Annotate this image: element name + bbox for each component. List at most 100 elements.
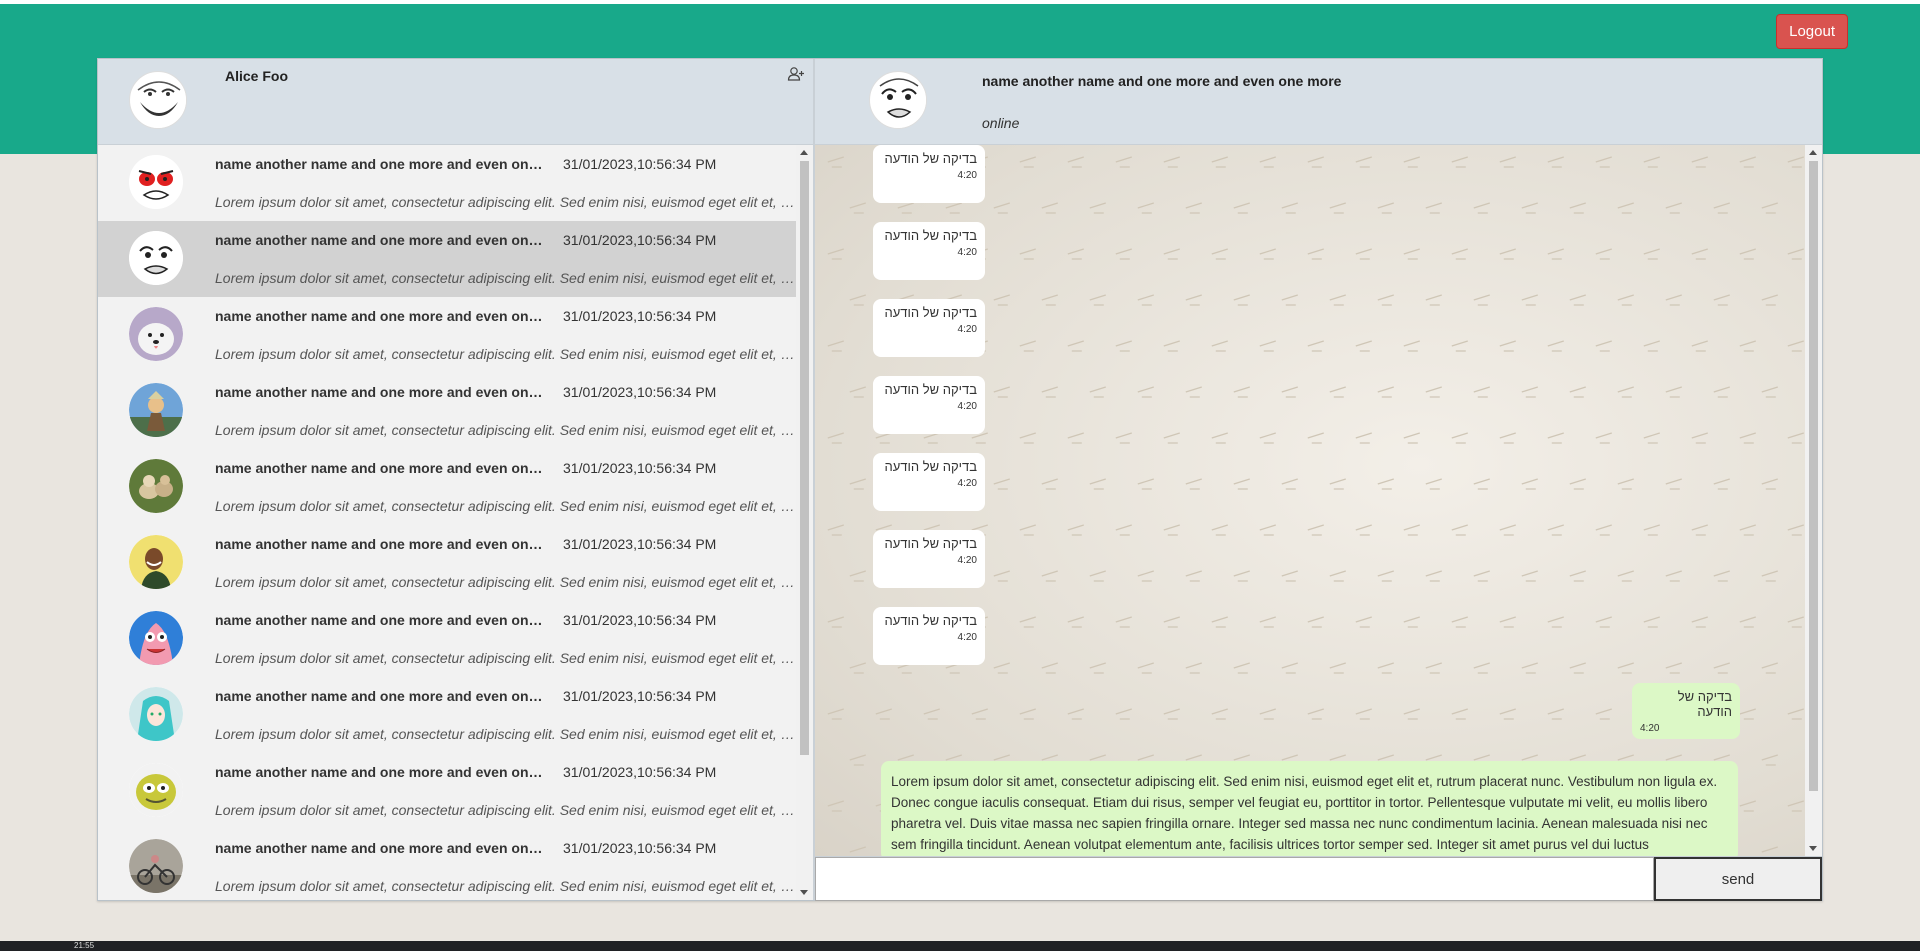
message-time: 4:20 bbox=[957, 247, 977, 258]
contact-avatar bbox=[129, 231, 183, 285]
peer-name: name another name and one more and even … bbox=[982, 73, 1342, 89]
scrollbar-thumb[interactable] bbox=[800, 161, 809, 755]
message-text: בדיקה של הודעה bbox=[884, 228, 978, 243]
contact-last-message: Lorem ipsum dolor sit amet, consectetur … bbox=[215, 878, 798, 894]
contact-last-message: Lorem ipsum dolor sit amet, consectetur … bbox=[215, 726, 798, 742]
message-text: בדיקה של הודעה bbox=[884, 305, 978, 320]
contact-last-message: Lorem ipsum dolor sit amet, consectetur … bbox=[215, 650, 798, 666]
contact-item[interactable]: name another name and one more and even … bbox=[98, 829, 798, 900]
scroll-down-arrow-icon[interactable] bbox=[800, 890, 808, 895]
contact-name: name another name and one more and even … bbox=[215, 612, 545, 628]
contact-time: 31/01/2023,10:56:34 PM bbox=[563, 232, 717, 248]
contact-avatar bbox=[129, 383, 183, 437]
contact-list-container: name another name and one more and even … bbox=[98, 145, 813, 900]
incoming-message: בדיקה של הודעה 4:20 bbox=[873, 530, 985, 588]
contact-last-message: Lorem ipsum dolor sit amet, consectetur … bbox=[215, 194, 798, 210]
my-name: Alice Foo bbox=[225, 68, 289, 84]
message-text: בדיקה של הודעה bbox=[884, 536, 978, 551]
message-text: בדיקה של הודעה bbox=[884, 382, 978, 397]
contacts-panel: Alice Foo name another name and one more… bbox=[98, 59, 815, 900]
contact-time: 31/01/2023,10:56:34 PM bbox=[563, 688, 717, 704]
message-text: בדיקה של הודעה bbox=[884, 151, 978, 166]
taskbar-clock: 21:55 bbox=[74, 941, 95, 950]
contact-last-message: Lorem ipsum dolor sit amet, consectetur … bbox=[215, 574, 798, 590]
contact-time: 31/01/2023,10:56:34 PM bbox=[563, 156, 717, 172]
message-time: 4:20 bbox=[1640, 723, 1660, 734]
contact-last-message: Lorem ipsum dolor sit amet, consectetur … bbox=[215, 498, 798, 514]
contact-item[interactable]: name another name and one more and even … bbox=[98, 449, 798, 525]
contact-time: 31/01/2023,10:56:34 PM bbox=[563, 384, 717, 400]
os-taskbar: 21:55 bbox=[0, 941, 1920, 951]
message-time: 4:20 bbox=[957, 401, 977, 412]
contact-last-message: Lorem ipsum dolor sit amet, consectetur … bbox=[215, 802, 798, 818]
contact-avatar bbox=[129, 307, 183, 361]
contact-time: 31/01/2023,10:56:34 PM bbox=[563, 840, 717, 856]
scrollbar-thumb[interactable] bbox=[1809, 161, 1818, 791]
contact-time: 31/01/2023,10:56:34 PM bbox=[563, 764, 717, 780]
message-time: 4:20 bbox=[957, 324, 977, 335]
contact-name: name another name and one more and even … bbox=[215, 688, 545, 704]
contact-item[interactable]: name another name and one more and even … bbox=[98, 677, 798, 753]
outgoing-message: בדיקה של הודעה 4:20 bbox=[1632, 683, 1740, 739]
contact-name: name another name and one more and even … bbox=[215, 536, 545, 552]
conversation-panel: name another name and one more and even … bbox=[815, 59, 1822, 901]
message-input[interactable] bbox=[815, 857, 1654, 901]
contact-avatar bbox=[129, 687, 183, 741]
message-time: 4:20 bbox=[957, 478, 977, 489]
contact-avatar bbox=[129, 763, 183, 817]
scroll-up-arrow-icon[interactable] bbox=[1809, 150, 1817, 155]
contact-item[interactable]: name another name and one more and even … bbox=[98, 145, 798, 221]
peer-status: online bbox=[982, 115, 1020, 131]
message-time: 4:20 bbox=[957, 632, 977, 643]
message-time: 4:20 bbox=[957, 170, 977, 181]
contact-time: 31/01/2023,10:56:34 PM bbox=[563, 308, 717, 324]
contact-name: name another name and one more and even … bbox=[215, 840, 545, 856]
contact-name: name another name and one more and even … bbox=[215, 156, 545, 172]
message-area: בדיקה של הודעה 4:20 בדיקה של הודעה 4:20 בדיק… bbox=[815, 145, 1822, 856]
message-text: בדיקה של הודעה bbox=[884, 613, 978, 628]
contact-item[interactable]: name another name and one more and even … bbox=[98, 601, 798, 677]
peer-avatar[interactable] bbox=[869, 71, 927, 129]
contact-list-scrollbar[interactable] bbox=[796, 145, 813, 900]
send-button[interactable]: send bbox=[1654, 857, 1822, 901]
incoming-message: בדיקה של הודעה 4:20 bbox=[873, 607, 985, 665]
logout-button[interactable]: Logout bbox=[1776, 14, 1848, 49]
contact-avatar bbox=[129, 535, 183, 589]
message-list-scrollbar[interactable] bbox=[1805, 145, 1822, 856]
message-text: בדיקה של הודעה bbox=[884, 459, 978, 474]
add-contact-icon[interactable] bbox=[787, 65, 805, 83]
contact-name: name another name and one more and even … bbox=[215, 308, 545, 324]
conversation-header: name another name and one more and even … bbox=[815, 59, 1822, 145]
contact-last-message: Lorem ipsum dolor sit amet, consectetur … bbox=[215, 346, 798, 362]
contact-name: name another name and one more and even … bbox=[215, 764, 545, 780]
incoming-message: בדיקה של הודעה 4:20 bbox=[873, 299, 985, 357]
contact-item[interactable]: name another name and one more and even … bbox=[98, 753, 798, 829]
scroll-up-arrow-icon[interactable] bbox=[800, 150, 808, 155]
contact-item[interactable]: name another name and one more and even … bbox=[98, 373, 798, 449]
message-composer: send bbox=[815, 856, 1822, 901]
incoming-message: בדיקה של הודעה 4:20 bbox=[873, 222, 985, 280]
contact-name: name another name and one more and even … bbox=[215, 460, 545, 476]
my-avatar[interactable] bbox=[129, 71, 187, 129]
outgoing-long-message: Lorem ipsum dolor sit amet, consectetur … bbox=[881, 761, 1738, 856]
message-time: 4:20 bbox=[957, 555, 977, 566]
contact-time: 31/01/2023,10:56:34 PM bbox=[563, 612, 717, 628]
incoming-message: בדיקה של הודעה 4:20 bbox=[873, 453, 985, 511]
scroll-down-arrow-icon[interactable] bbox=[1809, 846, 1817, 851]
incoming-message: בדיקה של הודעה 4:20 bbox=[873, 145, 985, 203]
contact-time: 31/01/2023,10:56:34 PM bbox=[563, 460, 717, 476]
contact-time: 31/01/2023,10:56:34 PM bbox=[563, 536, 717, 552]
chat-app: Alice Foo name another name and one more… bbox=[97, 58, 1823, 901]
contact-item[interactable]: name another name and one more and even … bbox=[98, 297, 798, 373]
message-text: בדיקה של הודעה bbox=[1677, 689, 1732, 719]
contact-name: name another name and one more and even … bbox=[215, 384, 545, 400]
message-list: בדיקה של הודעה 4:20 בדיקה של הודעה 4:20 בדיק… bbox=[815, 145, 1805, 856]
contact-avatar bbox=[129, 155, 183, 209]
contact-item[interactable]: name another name and one more and even … bbox=[98, 221, 798, 297]
contact-name: name another name and one more and even … bbox=[215, 232, 545, 248]
contact-list: name another name and one more and even … bbox=[98, 145, 798, 900]
user-header: Alice Foo bbox=[98, 59, 813, 145]
contact-item[interactable]: name another name and one more and even … bbox=[98, 525, 798, 601]
contact-last-message: Lorem ipsum dolor sit amet, consectetur … bbox=[215, 270, 798, 286]
incoming-message: בדיקה של הודעה 4:20 bbox=[873, 376, 985, 434]
